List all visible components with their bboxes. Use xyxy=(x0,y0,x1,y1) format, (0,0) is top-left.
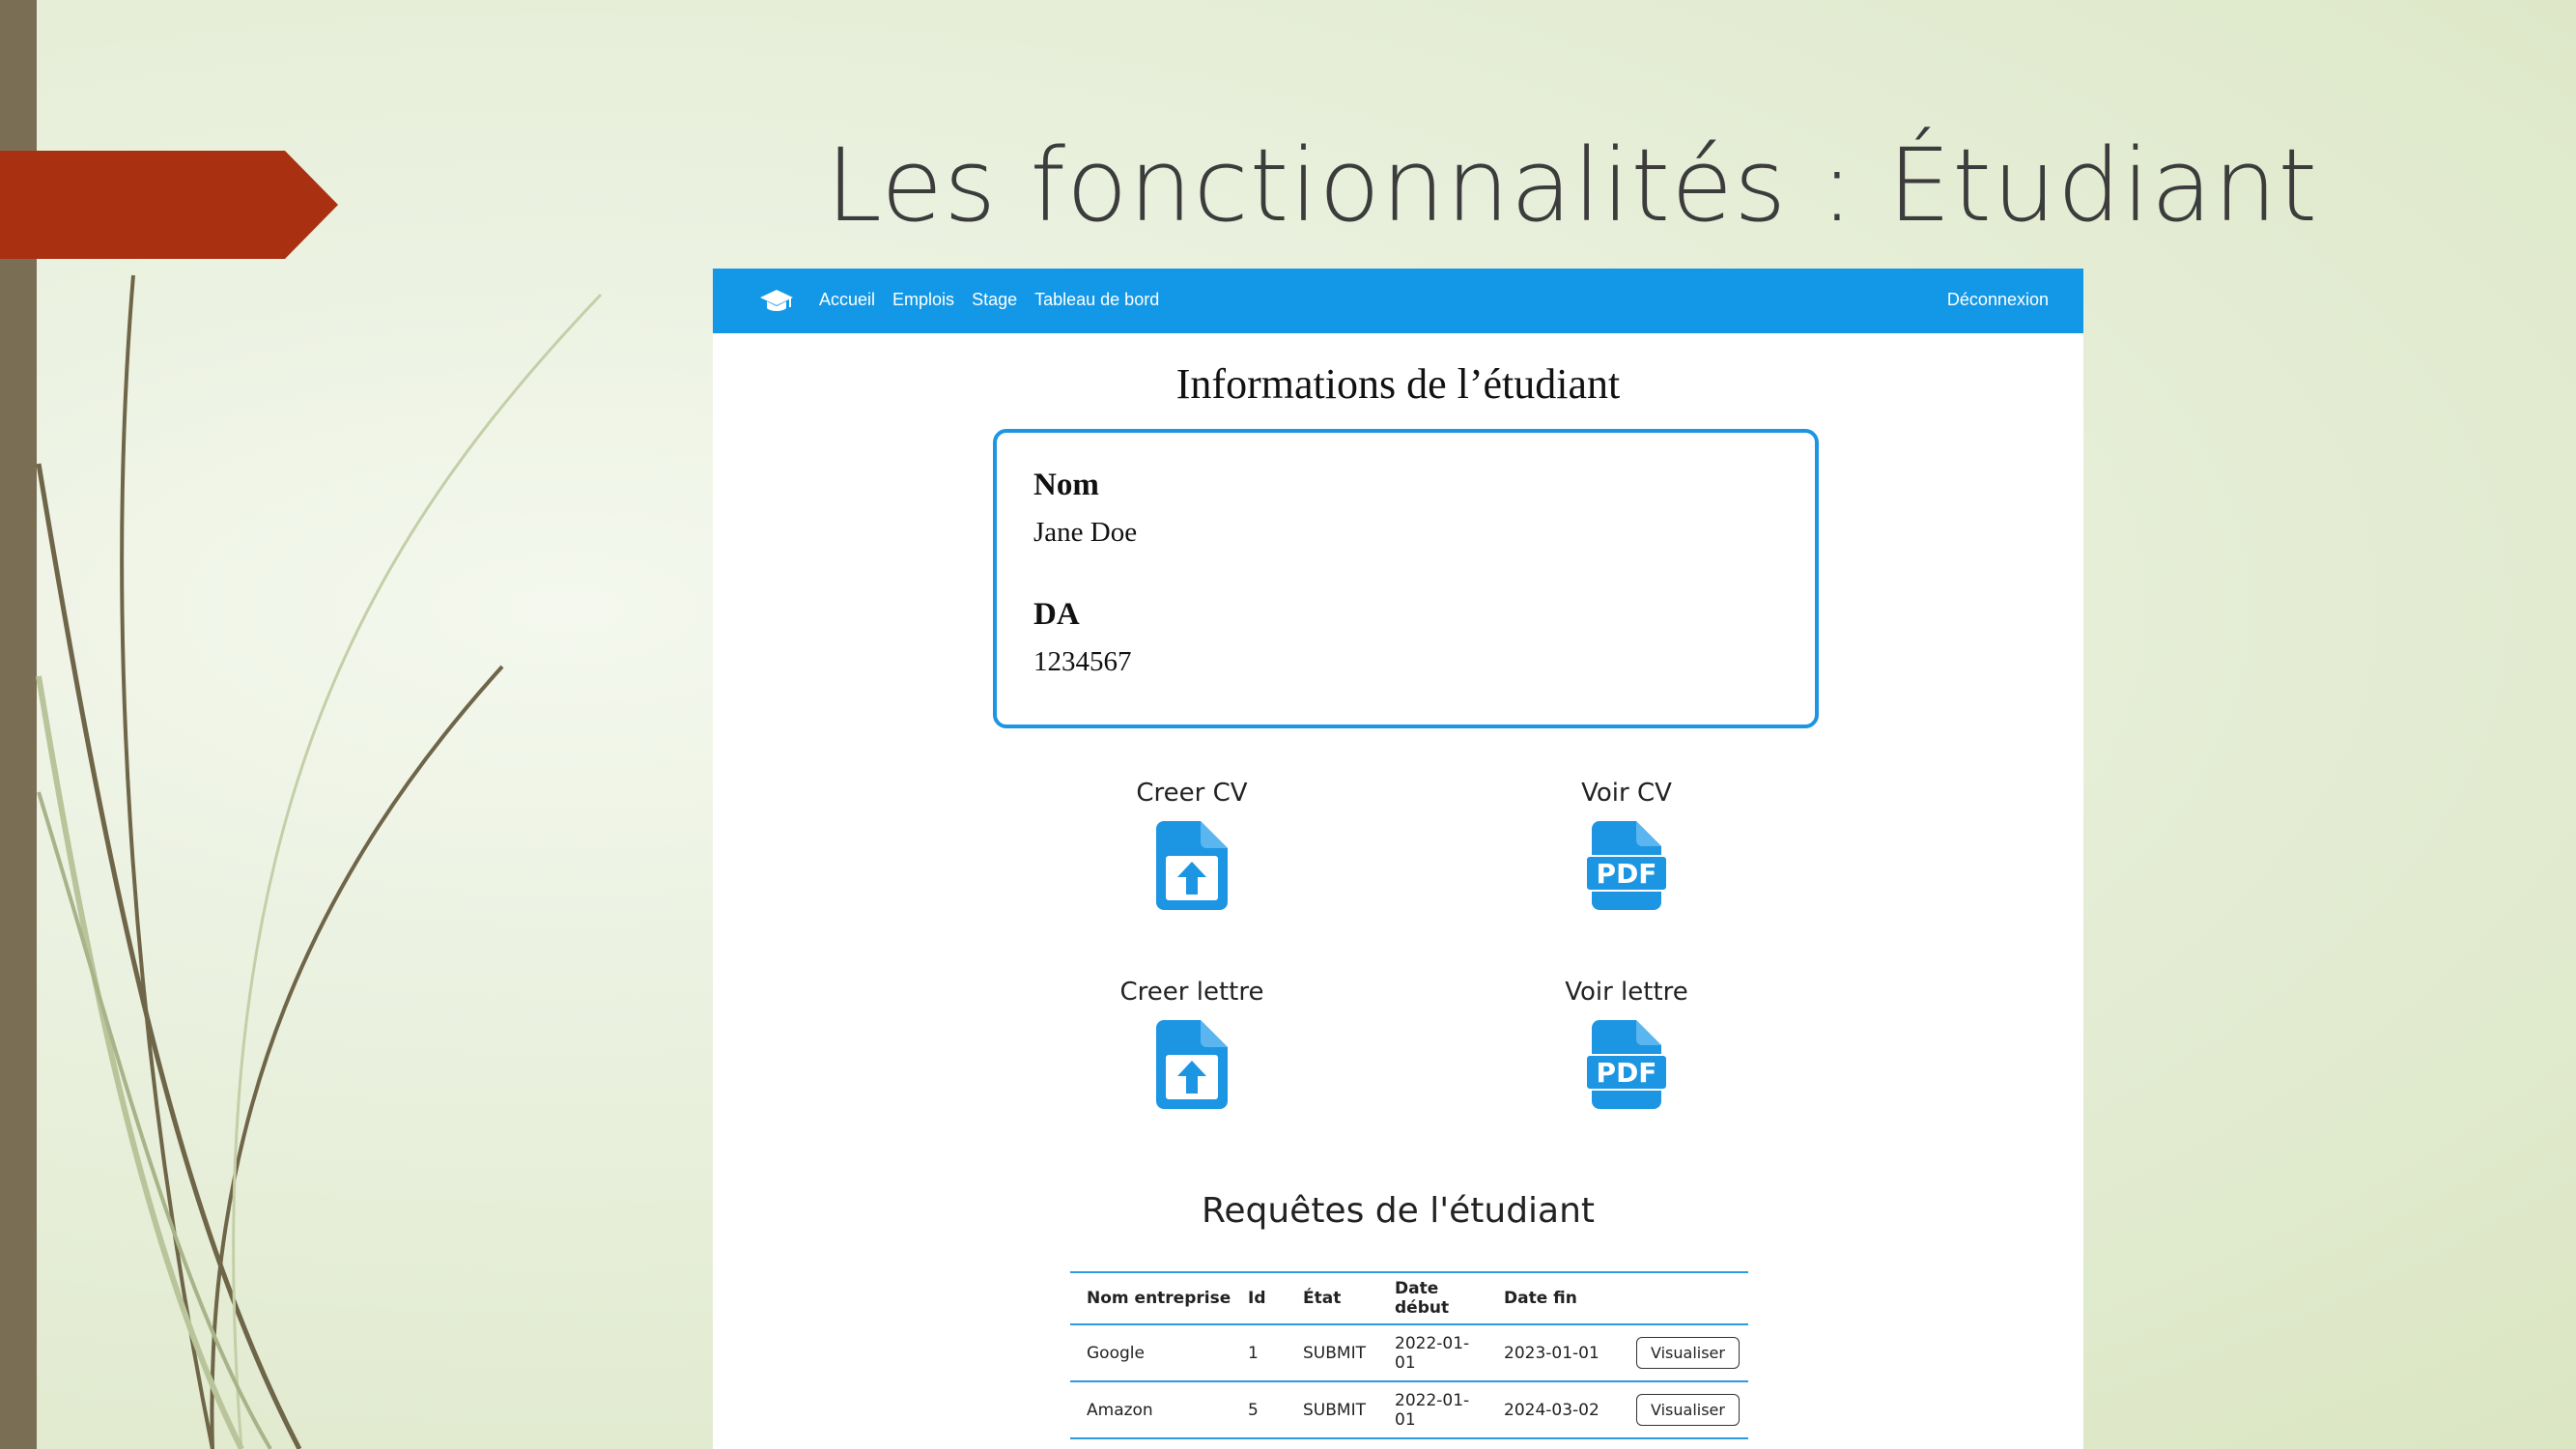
view-request-button[interactable]: Visualiser xyxy=(1636,1337,1740,1369)
pdf-file-icon[interactable]: PDF xyxy=(1586,1020,1667,1109)
nav-links: Accueil Emplois Stage Tableau de bord xyxy=(819,290,1159,310)
action-cell: Visualiser xyxy=(1620,1381,1748,1439)
state-cell: SUBMIT xyxy=(1287,1381,1378,1439)
create-cv-label: Creer CV xyxy=(1136,779,1248,808)
da-label: DA xyxy=(1033,597,1080,632)
column-header: Id xyxy=(1231,1272,1287,1325)
file-upload-icon[interactable] xyxy=(1156,821,1228,910)
view-cv-label: Voir CV xyxy=(1581,779,1672,808)
view-request-button[interactable]: Visualiser xyxy=(1636,1394,1740,1426)
nav-link-stage[interactable]: Stage xyxy=(972,290,1017,310)
column-header: État xyxy=(1287,1272,1378,1325)
create-cv-action[interactable]: Creer CV xyxy=(1066,779,1317,910)
create-letter-action[interactable]: Creer lettre xyxy=(1066,978,1317,1109)
id-cell: 5 xyxy=(1231,1381,1287,1439)
column-header: Date fin xyxy=(1487,1272,1620,1325)
nav-link-emplois[interactable]: Emplois xyxy=(892,290,954,310)
requests-title: Requêtes de l'étudiant xyxy=(1201,1191,1596,1231)
requests-table: Nom entreprise Id État Date début Date f… xyxy=(1070,1271,1748,1439)
start-date-cell: 2022-01-01 xyxy=(1378,1324,1487,1382)
start-date-cell: 2022-01-01 xyxy=(1378,1381,1487,1439)
view-letter-label: Voir lettre xyxy=(1565,978,1688,1007)
slide-title: Les fonctionnalités : Étudiant xyxy=(826,127,2319,244)
create-letter-label: Creer lettre xyxy=(1119,978,1264,1007)
column-header xyxy=(1620,1272,1748,1325)
app-screenshot: Accueil Emplois Stage Tableau de bord Dé… xyxy=(713,269,2083,1449)
view-cv-action[interactable]: Voir CV PDF xyxy=(1501,779,1752,910)
graduation-cap-icon[interactable] xyxy=(759,288,794,315)
end-date-cell: 2024-03-02 xyxy=(1487,1381,1620,1439)
view-letter-action[interactable]: Voir lettre PDF xyxy=(1501,978,1752,1109)
name-label: Nom xyxy=(1033,468,1099,502)
nav-link-tableau-de-bord[interactable]: Tableau de bord xyxy=(1034,290,1159,310)
navbar: Accueil Emplois Stage Tableau de bord Dé… xyxy=(713,269,2083,333)
end-date-cell: 2023-01-01 xyxy=(1487,1324,1620,1382)
nav-link-accueil[interactable]: Accueil xyxy=(819,290,875,310)
company-cell: Google xyxy=(1070,1324,1231,1382)
state-cell: SUBMIT xyxy=(1287,1324,1378,1382)
pdf-file-icon[interactable]: PDF xyxy=(1586,821,1667,910)
table-row: Google 1 SUBMIT 2022-01-01 2023-01-01 Vi… xyxy=(1070,1324,1748,1382)
svg-text:PDF: PDF xyxy=(1597,858,1657,890)
column-header: Date début xyxy=(1378,1272,1487,1325)
student-info-title: Informations de l’étudiant xyxy=(1175,360,1621,408)
svg-text:PDF: PDF xyxy=(1597,1057,1657,1089)
action-cell: Visualiser xyxy=(1620,1324,1748,1382)
student-info-card: Nom Jane Doe DA 1234567 xyxy=(993,429,1819,728)
company-cell: Amazon xyxy=(1070,1381,1231,1439)
column-header: Nom entreprise xyxy=(1070,1272,1231,1325)
name-value: Jane Doe xyxy=(1033,517,1138,548)
file-upload-icon[interactable] xyxy=(1156,1020,1228,1109)
table-row: Amazon 5 SUBMIT 2022-01-01 2024-03-02 Vi… xyxy=(1070,1381,1748,1439)
da-value: 1234567 xyxy=(1033,646,1132,677)
table-header-row: Nom entreprise Id État Date début Date f… xyxy=(1070,1272,1748,1325)
logout-link[interactable]: Déconnexion xyxy=(1947,290,2049,310)
id-cell: 1 xyxy=(1231,1324,1287,1382)
slide-arrow-tab xyxy=(0,151,338,259)
